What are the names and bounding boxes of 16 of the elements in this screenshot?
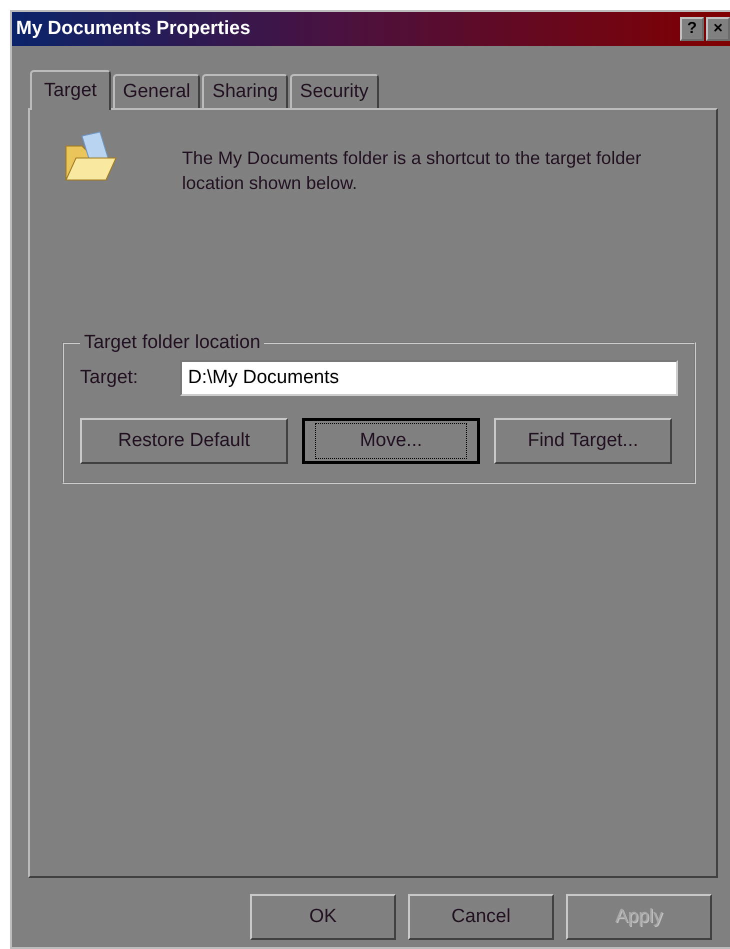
close-button[interactable]: × [706, 17, 730, 41]
window-title: My Documents Properties [16, 18, 250, 40]
action-button[interactable]: Find Target... [494, 418, 672, 464]
action-button[interactable]: Restore Default [80, 418, 288, 464]
tab[interactable]: Sharing [202, 74, 288, 108]
tab[interactable]: Target [30, 70, 111, 110]
target-label: Target: [80, 367, 140, 389]
action-button[interactable]: Move... [302, 418, 480, 464]
dialog-button[interactable]: OK [250, 894, 396, 940]
tab[interactable]: General [112, 74, 200, 108]
target-field[interactable]: D:\My Documents [180, 360, 678, 396]
help-button[interactable]: ? [680, 17, 704, 41]
group-title: Target folder location [83, 332, 262, 354]
dialog-button[interactable]: Cancel [408, 894, 554, 940]
tab[interactable]: Security [290, 74, 379, 108]
description-text: The My Documents folder is a shortcut to the target folder location shown below. [182, 147, 642, 195]
